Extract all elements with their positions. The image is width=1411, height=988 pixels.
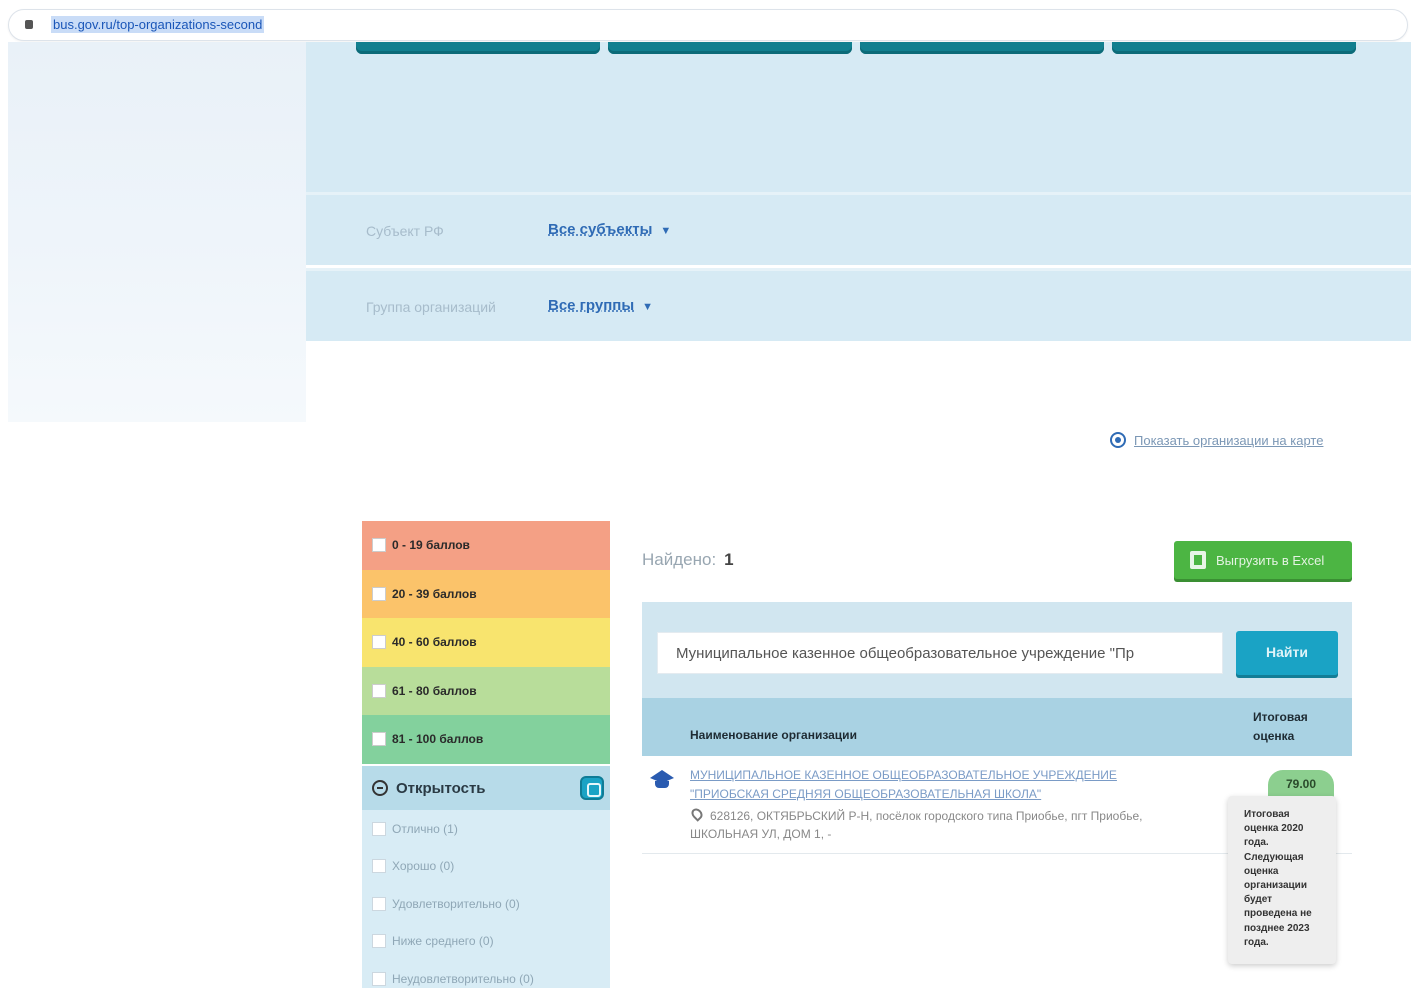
collapse-icon[interactable] [372, 780, 388, 796]
column-header-name[interactable]: Наименование организации [690, 728, 857, 742]
top-tabs [356, 42, 1356, 56]
url-text[interactable]: bus.gov.ru/top-organizations-second [51, 16, 265, 33]
column-header-score[interactable]: Итоговая оценка [1253, 708, 1333, 746]
results-count: Найдено: 1 [642, 550, 734, 570]
openness-item[interactable]: Ниже среднего (0) [362, 923, 610, 961]
tab[interactable] [608, 42, 852, 54]
openness-item[interactable]: Хорошо (0) [362, 848, 610, 886]
found-label: Найдено: [642, 550, 717, 569]
subject-filter-value: Все субъекты [548, 221, 653, 238]
address-bar[interactable]: bus.gov.ru/top-organizations-second [8, 9, 1408, 41]
show-on-map-link[interactable]: Показать организации на карте [1110, 432, 1323, 448]
tab[interactable] [860, 42, 1104, 54]
group-filter-label: Группа организаций [366, 299, 496, 315]
checkbox[interactable] [372, 683, 386, 698]
header-background [8, 42, 306, 422]
map-pin-icon [1110, 432, 1126, 448]
score-filter-61-80[interactable]: 61 - 80 баллов [362, 666, 610, 715]
hero-area [306, 42, 1411, 192]
group-filter-value: Все группы [548, 297, 635, 314]
dropdown-arrow-icon: ▼ [660, 225, 672, 237]
organization-address: 628126, ОКТЯБРЬСКИЙ Р-Н, посёлок городск… [690, 807, 1240, 843]
subject-filter-label: Субъект РФ [366, 223, 444, 239]
tab[interactable] [1112, 42, 1356, 54]
checkbox[interactable] [372, 896, 386, 911]
checkbox[interactable] [372, 859, 386, 874]
score-filter-label: 0 - 19 баллов [392, 538, 470, 553]
organization-name-link[interactable]: МУНИЦИПАЛЬНОЕ КАЗЕННОЕ ОБЩЕОБРАЗОВАТЕЛЬН… [690, 766, 1190, 804]
openness-item[interactable]: Удовлетворительно (0) [362, 885, 610, 923]
score-filter-0-19[interactable]: 0 - 19 баллов [362, 521, 610, 570]
openness-item-label: Отлично (1) [392, 821, 458, 836]
organization-search-input[interactable]: Муниципальное казенное общеобразовательн… [657, 632, 1223, 674]
score-filter-label: 20 - 39 баллов [392, 586, 477, 601]
checkbox[interactable] [372, 732, 386, 747]
checkbox[interactable] [372, 586, 386, 601]
lock-icon [25, 20, 33, 29]
score-tooltip: Итоговая оценка 2020 года. Следующая оце… [1228, 796, 1336, 964]
show-on-map-label: Показать организации на карте [1134, 432, 1324, 448]
checkbox[interactable] [372, 635, 386, 650]
openness-filter-list: Отлично (1) Хорошо (0) Удовлетворительно… [362, 810, 610, 988]
score-filter-81-100[interactable]: 81 - 100 баллов [362, 715, 610, 764]
checkbox[interactable] [372, 971, 386, 986]
score-filter-label: 81 - 100 баллов [392, 732, 484, 747]
score-filter-20-39[interactable]: 20 - 39 баллов [362, 569, 610, 618]
checkbox[interactable] [372, 538, 386, 553]
location-pin-icon [689, 806, 705, 822]
find-button[interactable]: Найти [1236, 631, 1338, 675]
openness-item-label: Ниже среднего (0) [392, 934, 494, 949]
dropdown-arrow-icon: ▼ [642, 301, 654, 313]
openness-item[interactable]: Неудовлетворительно (0) [362, 960, 610, 988]
group-filter-dropdown[interactable]: Все группы ▼ [548, 297, 653, 314]
subject-filter-dropdown[interactable]: Все субъекты ▼ [548, 221, 671, 238]
address-line-2: ШКОЛЬНАЯ УЛ, ДОМ 1, - [690, 827, 832, 841]
score-filter-list: 0 - 19 баллов 20 - 39 баллов 40 - 60 бал… [362, 521, 610, 764]
page: bus.gov.ru/top-organizations-second Субъ… [0, 0, 1411, 988]
openness-section-header[interactable]: Открытость [362, 766, 610, 810]
results-table-header: Наименование организации Итоговая оценка [642, 698, 1352, 756]
score-filter-label: 61 - 80 баллов [392, 683, 477, 698]
address-line-1: 628126, ОКТЯБРЬСКИЙ Р-Н, посёлок городск… [710, 809, 1143, 823]
group-filter-row: Группа организаций Все группы ▼ [306, 268, 1411, 341]
openness-title: Открытость [396, 779, 486, 797]
openness-item-label: Удовлетворительно (0) [392, 896, 520, 911]
export-excel-button[interactable]: Выгрузить в Excel [1174, 541, 1352, 579]
score-filter-label: 40 - 60 баллов [392, 635, 477, 650]
export-excel-label: Выгрузить в Excel [1216, 552, 1325, 568]
found-count: 1 [724, 550, 734, 569]
checkbox[interactable] [372, 934, 386, 949]
openness-item[interactable]: Отлично (1) [362, 810, 610, 848]
openness-item-label: Неудовлетворительно (0) [392, 971, 534, 986]
openness-item-label: Хорошо (0) [392, 859, 455, 874]
graduation-cap-icon [650, 770, 676, 788]
info-icon[interactable] [580, 776, 604, 800]
subject-filter-row: Субъект РФ Все субъекты ▼ [306, 192, 1411, 265]
tab[interactable] [356, 42, 600, 54]
excel-icon [1190, 551, 1206, 569]
score-filter-40-60[interactable]: 40 - 60 баллов [362, 618, 610, 667]
checkbox[interactable] [372, 821, 386, 836]
